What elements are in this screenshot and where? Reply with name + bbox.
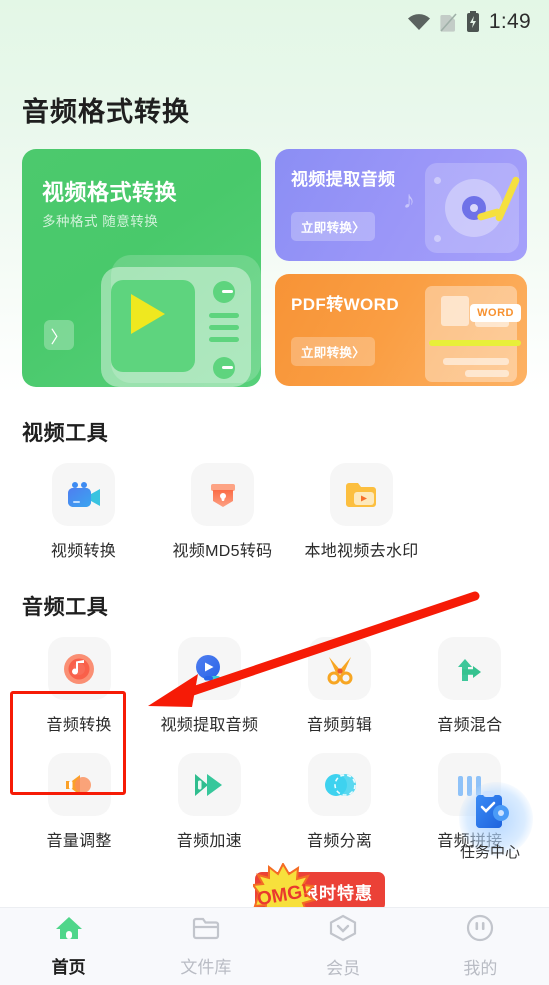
banner-primary-subtitle: 多种格式 随意转换 — [42, 214, 159, 229]
banner-video-extract-audio[interactable]: 视频提取音频 立即转换〉 ♪ — [275, 149, 527, 261]
folder-play-icon — [330, 463, 393, 526]
tool-audio-separate[interactable]: 音频分离 — [275, 753, 405, 851]
overlapping-circles-icon — [308, 753, 372, 816]
tool-video-convert[interactable]: 视频转换 — [14, 463, 153, 561]
banner-row: 视频格式转换 多种格式 随意转换 〉 视频提取音频 立即转换〉 ♪ PDF转WO… — [0, 129, 549, 387]
battery-charging-icon — [466, 11, 480, 33]
tool-volume-adjust[interactable]: 音量调整 — [14, 753, 144, 851]
banner-purple-cta[interactable]: 立即转换〉 — [291, 212, 376, 241]
status-bar: 1:49 — [0, 0, 549, 44]
banner-next-arrow-button[interactable]: 〉 — [44, 320, 74, 350]
tool-label: 音频转换 — [46, 717, 112, 734]
vinyl-record-icon — [47, 637, 111, 700]
tool-label: 视频MD5转码 — [172, 543, 273, 560]
bottom-navigation: 首页 文件库 会员 我的 — [0, 907, 549, 985]
status-bar-time: 1:49 — [488, 10, 531, 33]
banner-orange-title: PDF转WORD — [291, 295, 400, 314]
nav-label: 文件库 — [180, 958, 232, 977]
home-icon — [54, 915, 84, 946]
tool-label: 本地视频去水印 — [304, 543, 419, 560]
tool-label: 音频分离 — [307, 833, 373, 850]
tool-audio-convert[interactable]: 音频转换 — [14, 637, 144, 735]
tool-remove-watermark[interactable]: 本地视频去水印 — [292, 463, 431, 561]
nav-label: 首页 — [51, 958, 86, 977]
tool-label: 音频加速 — [176, 833, 242, 850]
sim-card-off-icon — [440, 12, 457, 33]
tool-video-md5[interactable]: 视频MD5转码 — [153, 463, 292, 561]
section-title-video-tools: 视频工具 — [22, 422, 109, 445]
tool-audio-speedup[interactable]: 音频加速 — [144, 753, 274, 851]
banner-orange-cta[interactable]: 立即转换〉 — [291, 337, 376, 366]
nav-item-profile[interactable]: 我的 — [412, 908, 549, 985]
video-tools-grid: 视频转换 视频MD5转码 本地视频去水印 — [0, 463, 549, 561]
banner-purple-title: 视频提取音频 — [291, 170, 396, 189]
profile-face-icon — [465, 914, 495, 947]
video-camera-icon — [52, 463, 115, 526]
task-center-button[interactable]: 任务中心 — [441, 782, 539, 878]
tv-illustration — [97, 247, 261, 387]
word-badge: WORD — [470, 304, 521, 322]
wifi-icon — [407, 13, 431, 31]
page-title: 音频格式转换 — [22, 97, 190, 127]
shield-lock-icon — [191, 463, 254, 526]
folder-icon — [191, 915, 221, 946]
tool-label: 音量调整 — [46, 833, 112, 850]
nav-label: 我的 — [463, 959, 498, 978]
banner-primary-title: 视频格式转换 — [42, 180, 178, 205]
app-screen: 1:49 音频格式转换 视频格式转换 多种格式 随意转换 〉 视频提取音频 立即… — [0, 0, 549, 985]
clipboard-check-icon — [468, 790, 512, 845]
speaker-volume-icon — [47, 753, 111, 816]
nav-item-home[interactable]: 首页 — [0, 908, 137, 985]
fast-forward-icon — [177, 753, 241, 816]
tool-label: 视频提取音频 — [160, 717, 259, 734]
promo-banner[interactable]: 限时特惠 OMG! — [251, 861, 385, 925]
nav-item-membership[interactable]: 会员 — [275, 908, 412, 985]
banner-video-format-convert[interactable]: 视频格式转换 多种格式 随意转换 〉 — [22, 149, 261, 387]
nav-label: 会员 — [326, 959, 361, 978]
nav-item-file-library[interactable]: 文件库 — [137, 908, 274, 985]
tool-label: 音频混合 — [437, 717, 503, 734]
music-note-icon: ♪ — [403, 187, 415, 214]
tool-label: 视频转换 — [50, 543, 117, 560]
banner-pdf-to-word[interactable]: PDF转WORD 立即转换〉 WORD — [275, 274, 527, 386]
tool-label: 音频剪辑 — [307, 717, 373, 734]
membership-hexagon-icon — [328, 914, 358, 947]
annotation-arrow — [148, 591, 480, 707]
